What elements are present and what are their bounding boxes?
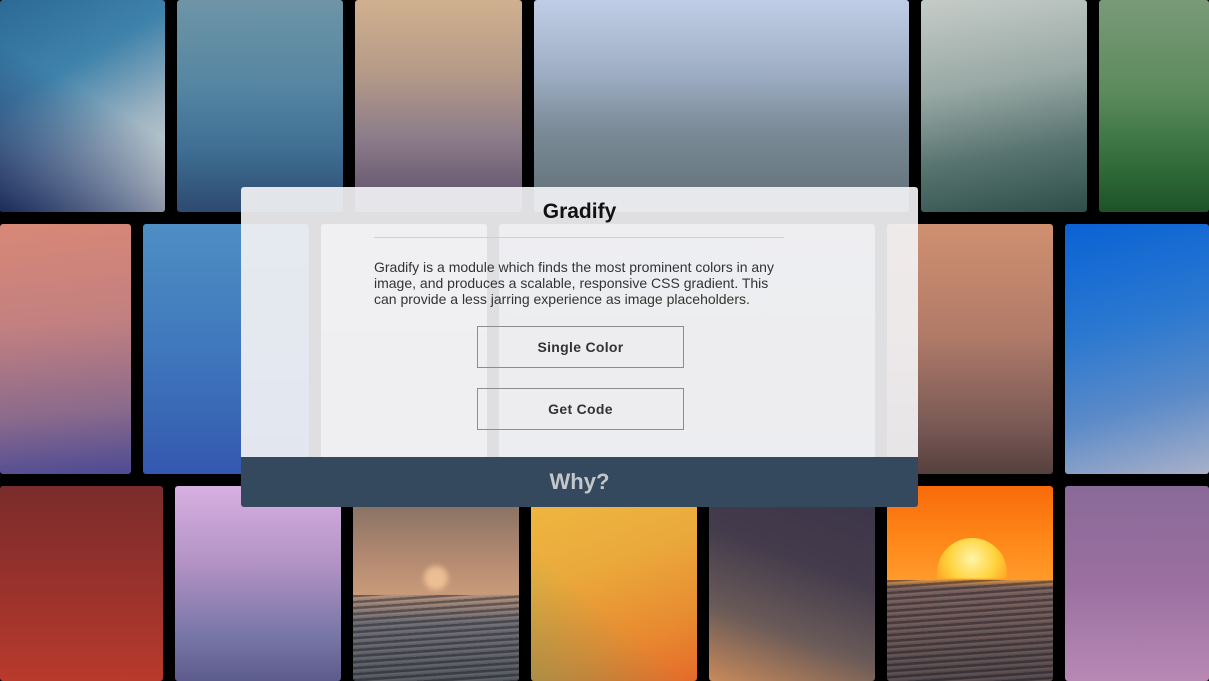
sea-waves (887, 579, 1053, 681)
modal-description: Gradify is a module which finds the most… (374, 259, 774, 307)
gradient-tile (0, 486, 163, 681)
modal-body: Gradify Gradify is a module which finds … (241, 187, 918, 457)
modal-title: Gradify (542, 200, 617, 223)
gradient-tile (921, 0, 1087, 212)
gradient-tile (1065, 486, 1209, 681)
gradient-tile (177, 0, 343, 212)
why-button[interactable]: Why? (241, 457, 918, 507)
gradient-tile (531, 486, 697, 681)
sunset-ocean-photo (887, 486, 1053, 681)
title-divider (374, 237, 784, 238)
gradient-tile (534, 0, 909, 212)
get-code-button[interactable]: Get Code (477, 388, 684, 430)
sunset-sea-photo (353, 486, 519, 681)
gradify-modal: Gradify Gradify is a module which finds … (241, 187, 918, 507)
sun-glow (424, 566, 448, 590)
gradient-tile (0, 224, 131, 474)
gradient-tile (1065, 224, 1209, 474)
gradient-tile (1099, 0, 1209, 212)
sea-waves (353, 595, 519, 681)
gradient-tile (355, 0, 522, 212)
single-color-button[interactable]: Single Color (477, 326, 684, 368)
gradient-tile (175, 486, 341, 681)
gradient-tile (709, 486, 875, 681)
gradient-tile (0, 0, 165, 212)
